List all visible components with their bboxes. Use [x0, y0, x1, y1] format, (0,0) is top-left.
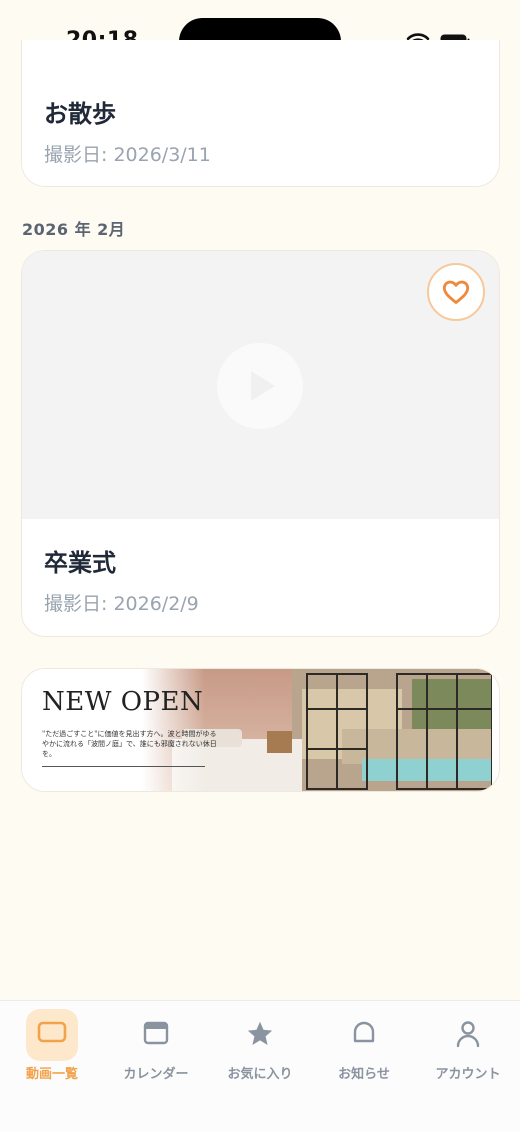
video-list-icon: [37, 1021, 67, 1043]
video-card-sotsugyoshiki[interactable]: 卒業式 撮影日: 2026/2/9: [21, 250, 500, 637]
video-title: 卒業式: [44, 549, 116, 577]
tab-favorites[interactable]: お気に入り: [208, 1009, 312, 1082]
video-date: 撮影日: 2026/2/9: [44, 593, 199, 615]
tab-notifications[interactable]: お知らせ: [312, 1009, 416, 1082]
video-date: 撮影日: 2026/3/11: [44, 144, 211, 166]
banner-divider: [42, 766, 205, 767]
tab-calendar[interactable]: カレンダー: [104, 1009, 208, 1082]
tab-label: 動画一覧: [25, 1067, 78, 1082]
banner-title: NEW OPEN: [42, 687, 204, 717]
ad-banner[interactable]: NEW OPEN "ただ過ごすこと"に価値を見出す方へ。波と時間がゆるやかに流れ…: [21, 668, 500, 792]
heart-icon: [442, 280, 470, 304]
tab-account[interactable]: アカウント: [416, 1009, 520, 1082]
tab-video-list[interactable]: 動画一覧: [0, 1009, 104, 1082]
person-icon: [456, 1021, 480, 1048]
tab-label: お知らせ: [338, 1067, 390, 1082]
star-icon: [247, 1021, 273, 1045]
month-section-header: 2026 年 2月: [22, 220, 126, 239]
calendar-icon: [143, 1021, 169, 1045]
favorite-button[interactable]: [427, 263, 485, 321]
video-card-osanpo[interactable]: お散歩 撮影日: 2026/3/11: [21, 40, 500, 187]
bell-icon: [353, 1021, 375, 1043]
tab-label: お気に入り: [227, 1067, 293, 1082]
tab-label: アカウント: [435, 1067, 501, 1082]
tab-label: カレンダー: [123, 1067, 189, 1082]
banner-body-text: "ただ過ごすこと"に価値を見出す方へ。波と時間がゆるやかに流れる「波間ノ庭」で、…: [42, 730, 217, 758]
video-title: お散歩: [44, 100, 116, 128]
bottom-tab-bar: 動画一覧 カレンダー お気に入り お知らせ アカウント: [0, 1000, 520, 1132]
play-icon[interactable]: [217, 343, 303, 429]
